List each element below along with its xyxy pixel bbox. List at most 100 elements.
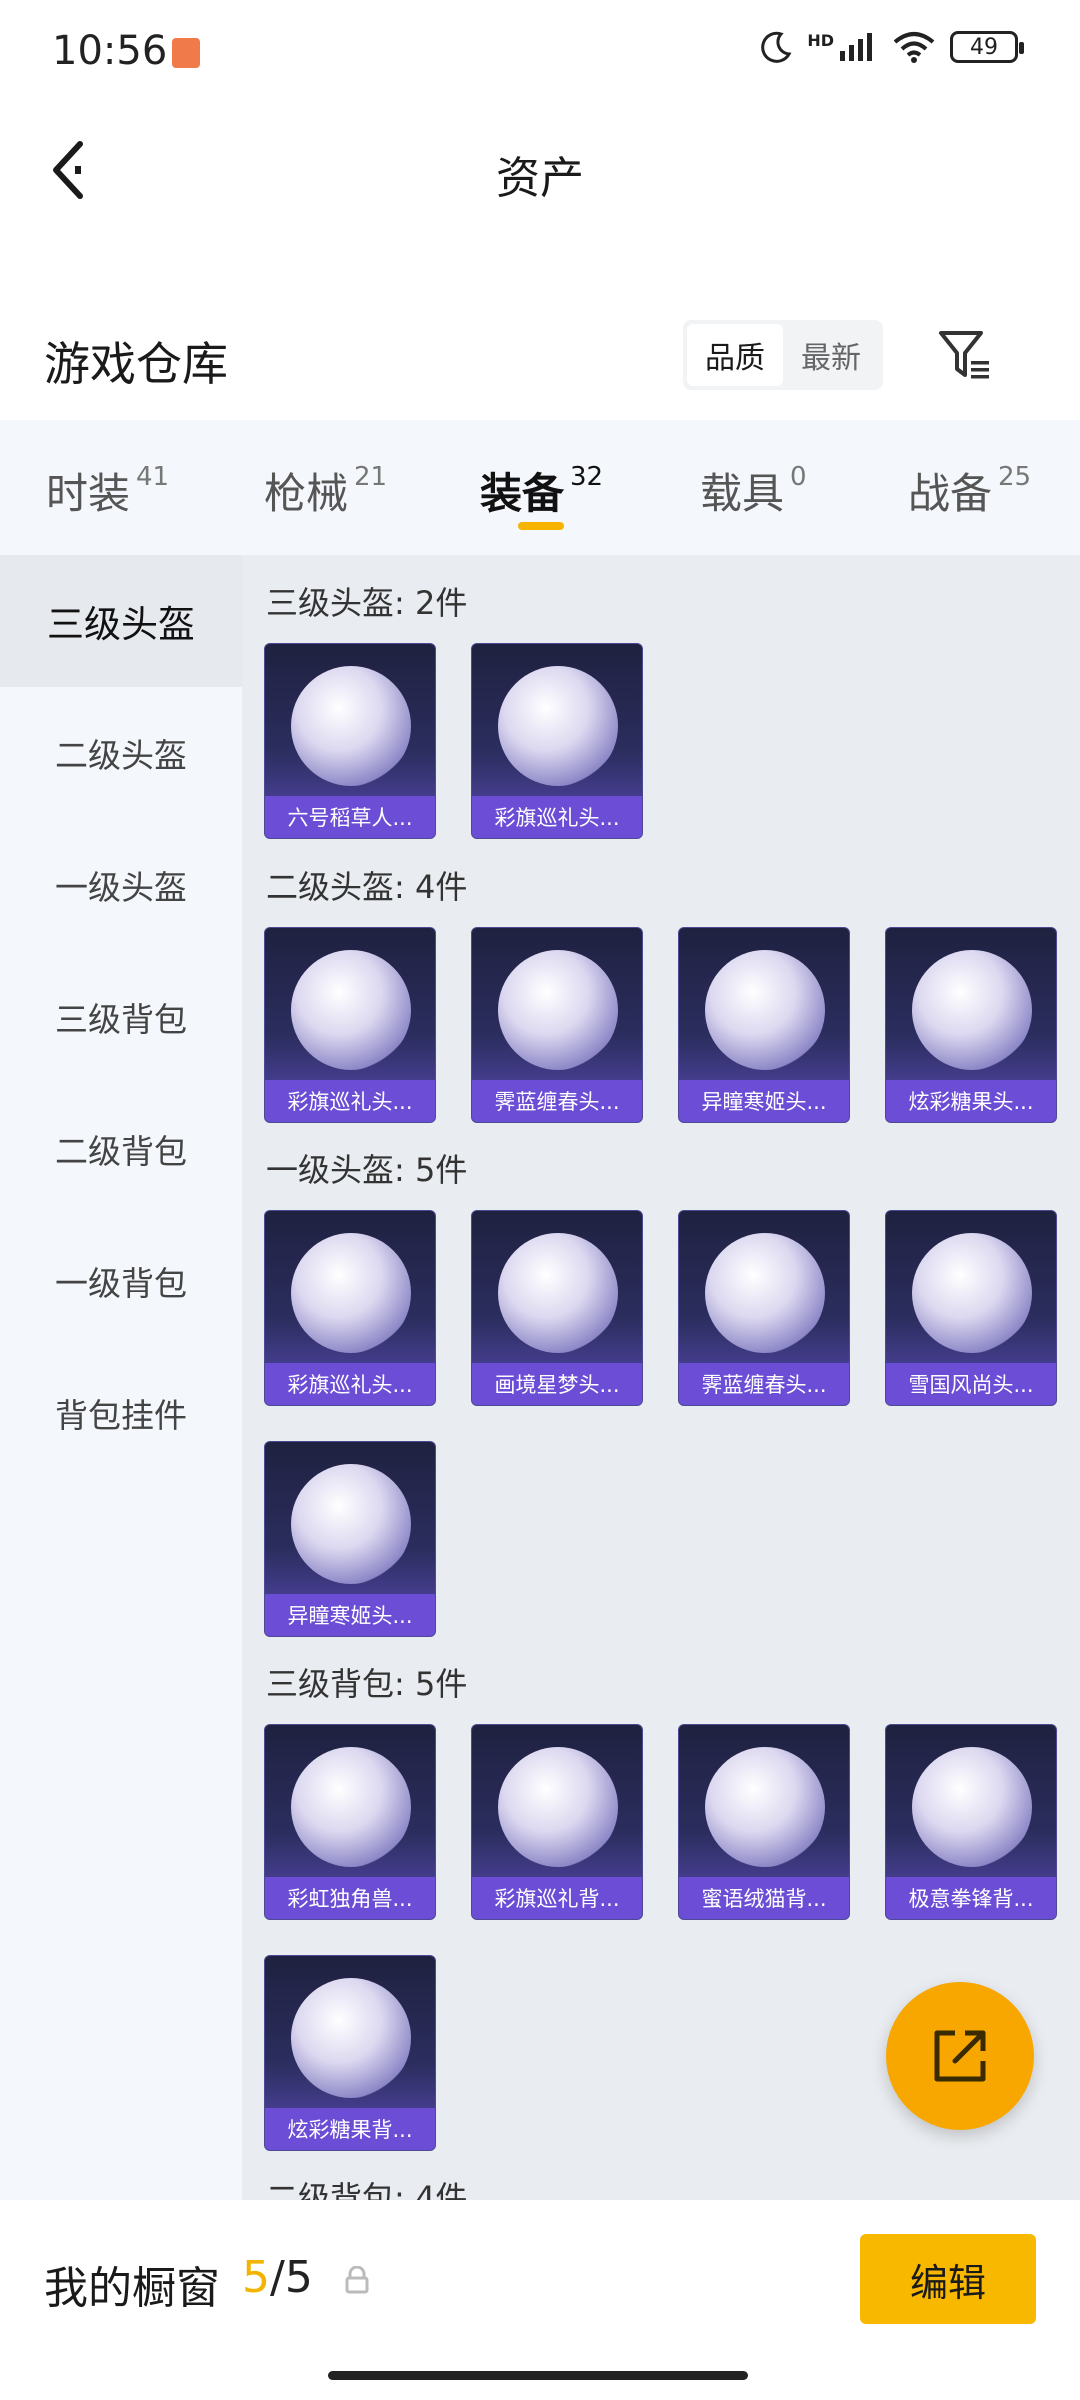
item-card[interactable]: 异瞳寒姬头...: [678, 927, 850, 1123]
showcase-label: 我的橱窗: [44, 2263, 220, 2314]
sidebar: 三级头盔 二级头盔 一级头盔 三级背包 二级背包 一级背包 背包挂件: [0, 555, 242, 2200]
sidebar-item-level2-backpack[interactable]: 二级背包: [0, 1083, 242, 1215]
external-link-icon: [934, 2030, 986, 2082]
sort-quality-option[interactable]: 品质: [687, 324, 783, 386]
item-name: 雪国风尚头...: [886, 1363, 1056, 1405]
item-name: 彩旗巡礼背...: [472, 1877, 642, 1919]
item-card[interactable]: 画境星梦头...: [471, 1210, 643, 1406]
item-thumbnail: [705, 1747, 825, 1867]
section-title: 三级头盔: 2件: [266, 584, 468, 622]
filter-button[interactable]: [930, 320, 1000, 390]
moon-icon: [761, 31, 792, 63]
section-title: 三级背包: 5件: [266, 1665, 468, 1703]
item-card[interactable]: 极意拳锋背...: [885, 1724, 1057, 1920]
item-thumbnail: [912, 1233, 1032, 1353]
status-time: 10:56: [52, 28, 168, 74]
warehouse-title: 游戏仓库: [44, 337, 228, 391]
home-indicator[interactable]: [328, 2371, 748, 2380]
section-title: 一级头盔: 5件: [266, 1151, 468, 1189]
tab-supplies[interactable]: 战备 25: [908, 460, 1031, 521]
tab-count: 21: [354, 462, 388, 492]
item-card[interactable]: 雪国风尚头...: [885, 1210, 1057, 1406]
active-tab-indicator: [518, 522, 564, 530]
item-name: 彩旗巡礼头...: [265, 1363, 435, 1405]
sort-newest-option[interactable]: 最新: [783, 324, 879, 386]
item-name: 六号稻草人...: [265, 796, 435, 838]
item-grid: 三级头盔: 2件 六号稻草人... 彩旗巡礼头... 二级头盔: 4件 彩旗巡礼…: [242, 555, 1080, 2200]
sidebar-item-level1-backpack[interactable]: 一级背包: [0, 1215, 242, 1347]
notification-icon: [172, 38, 200, 68]
showcase-used: 5: [242, 2252, 270, 2303]
item-name: 炫彩糖果头...: [886, 1080, 1056, 1122]
tab-count: 0: [790, 462, 807, 492]
tab-equipment[interactable]: 装备 32: [480, 460, 603, 521]
status-bar: 10:56 HD 49: [0, 0, 1080, 110]
wifi-icon: [893, 32, 935, 63]
filter-icon: [939, 331, 989, 379]
tab-label: 时装: [46, 469, 131, 518]
sort-toggle: 品质 最新: [683, 320, 883, 390]
item-name: 极意拳锋背...: [886, 1877, 1056, 1919]
item-thumbnail: [291, 666, 411, 786]
edit-button[interactable]: 编辑: [860, 2234, 1036, 2324]
item-card[interactable]: 彩旗巡礼背...: [471, 1724, 643, 1920]
item-thumbnail: [498, 950, 618, 1070]
item-thumbnail: [291, 950, 411, 1070]
battery-indicator: 49: [950, 31, 1024, 63]
item-card[interactable]: 六号稻草人...: [264, 643, 436, 839]
item-card[interactable]: 炫彩糖果背...: [264, 1955, 436, 2151]
tab-count: 25: [998, 462, 1032, 492]
tab-guns[interactable]: 枪械 21: [264, 460, 387, 521]
item-name: 彩虹独角兽...: [265, 1877, 435, 1919]
item-thumbnail: [912, 950, 1032, 1070]
item-name: 彩旗巡礼头...: [472, 796, 642, 838]
item-card[interactable]: 彩虹独角兽...: [264, 1724, 436, 1920]
showcase-bar: 我的橱窗 5/5 编辑: [0, 2200, 1080, 2400]
item-thumbnail: [705, 950, 825, 1070]
sidebar-item-level3-helmet[interactable]: 三级头盔: [0, 555, 242, 687]
tab-label: 载具: [700, 469, 785, 518]
section-title: 二级背包: 4件: [266, 2179, 468, 2200]
item-thumbnail: [498, 666, 618, 786]
item-card[interactable]: 霁蓝缠春头...: [471, 927, 643, 1123]
item-thumbnail: [498, 1747, 618, 1867]
category-tabs: 时装 41 枪械 21 装备 32 载具 0 战备 25: [0, 420, 1080, 555]
warehouse-header: 游戏仓库 品质 最新: [0, 300, 1080, 420]
item-name: 画境星梦头...: [472, 1363, 642, 1405]
item-name: 霁蓝缠春头...: [472, 1080, 642, 1122]
item-thumbnail: [912, 1747, 1032, 1867]
item-card[interactable]: 霁蓝缠春头...: [678, 1210, 850, 1406]
tab-count: 32: [570, 462, 604, 492]
tab-label: 枪械: [264, 469, 349, 518]
item-thumbnail: [705, 1233, 825, 1353]
item-card[interactable]: 彩旗巡礼头...: [264, 927, 436, 1123]
sidebar-item-level3-backpack[interactable]: 三级背包: [0, 951, 242, 1083]
tab-fashion[interactable]: 时装 41: [46, 460, 169, 521]
tab-count: 41: [136, 462, 170, 492]
item-name: 彩旗巡礼头...: [265, 1080, 435, 1122]
item-card[interactable]: 异瞳寒姬头...: [264, 1441, 436, 1637]
header: 资产: [0, 110, 1080, 230]
sidebar-item-level2-helmet[interactable]: 二级头盔: [0, 687, 242, 819]
item-thumbnail: [291, 1978, 411, 2098]
item-card[interactable]: 彩旗巡礼头...: [264, 1210, 436, 1406]
item-card[interactable]: 蜜语绒猫背...: [678, 1724, 850, 1920]
item-thumbnail: [498, 1233, 618, 1353]
item-card[interactable]: 彩旗巡礼头...: [471, 643, 643, 839]
item-name: 异瞳寒姬头...: [679, 1080, 849, 1122]
sidebar-item-level1-helmet[interactable]: 一级头盔: [0, 819, 242, 951]
item-card[interactable]: 炫彩糖果头...: [885, 927, 1057, 1123]
tab-label: 战备: [908, 469, 993, 518]
network-type: HD: [807, 30, 834, 50]
item-name: 炫彩糖果背...: [265, 2108, 435, 2150]
showcase-count: 5/5: [242, 2252, 313, 2303]
item-name: 霁蓝缠春头...: [679, 1363, 849, 1405]
item-thumbnail: [291, 1464, 411, 1584]
tab-vehicles[interactable]: 载具 0: [700, 460, 807, 521]
page-title: 资产: [496, 153, 584, 204]
status-icons: HD 49: [759, 30, 1024, 64]
share-button[interactable]: [886, 1982, 1034, 2130]
sidebar-item-backpack-charm[interactable]: 背包挂件: [0, 1347, 242, 1479]
item-name: 蜜语绒猫背...: [679, 1877, 849, 1919]
showcase-separator: /: [270, 2252, 285, 2303]
